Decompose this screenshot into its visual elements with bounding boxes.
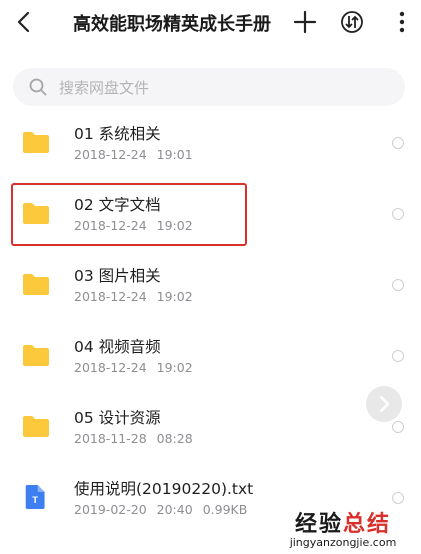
file-name: 03 图片相关 (74, 267, 161, 285)
chevron-right-icon (379, 395, 390, 413)
file-list: 01 系统相关 2018-12-24 19:01 02 文字文档 2018-12-… (0, 108, 421, 534)
list-item[interactable]: 02 文字文档 2018-12-24 19:02 (0, 179, 421, 250)
search-bar[interactable] (13, 68, 405, 108)
file-meta: 2018-11-28 08:28 (74, 431, 193, 446)
select-radio[interactable] (392, 350, 404, 362)
folder-icon (23, 274, 49, 295)
file-size: 0.99KB (202, 502, 248, 517)
more-dots-icon[interactable] (390, 10, 414, 34)
file-time: 19:02 (156, 218, 193, 233)
back-arrow-icon[interactable] (14, 11, 36, 33)
file-time: 19:02 (156, 360, 193, 375)
folder-icon (23, 345, 49, 366)
file-meta: 2019-02-20 20:40 0.99KB (74, 502, 247, 517)
file-date: 2019-02-20 (74, 502, 147, 517)
file-meta: 2018-12-24 19:01 (74, 147, 193, 162)
watermark: 经验总结 jingyanzongjie.com (268, 506, 418, 552)
watermark-title: 经验总结 (268, 506, 418, 538)
file-date: 2018-11-28 (74, 431, 147, 446)
file-meta: 2018-12-24 19:02 (74, 289, 193, 304)
list-item[interactable]: 03 图片相关 2018-12-24 19:02 (0, 250, 421, 321)
select-radio[interactable] (392, 421, 404, 433)
top-bar: 高效能职场精英成长手册 (0, 0, 421, 46)
search-icon (29, 78, 47, 96)
plus-icon[interactable] (293, 10, 317, 34)
watermark-url: jingyanzongjie.com (289, 536, 397, 549)
file-name: 05 设计资源 (74, 409, 161, 427)
select-radio[interactable] (392, 279, 404, 291)
file-name: 02 文字文档 (74, 196, 161, 214)
file-meta: 2018-12-24 19:02 (74, 360, 193, 375)
file-name: 使用说明(20190220).txt (74, 480, 254, 498)
search-input[interactable] (57, 68, 391, 108)
select-radio[interactable] (392, 208, 404, 220)
list-item[interactable]: 05 设计资源 2018-11-28 08:28 (0, 392, 421, 463)
txt-glyph: T (32, 494, 38, 505)
folder-icon (23, 203, 49, 224)
file-time: 08:28 (156, 431, 193, 446)
file-date: 2018-12-24 (74, 289, 147, 304)
select-radio[interactable] (392, 137, 404, 149)
page-title: 高效能职场精英成长手册 (73, 14, 271, 35)
file-time: 20:40 (156, 502, 193, 517)
file-time: 19:01 (156, 147, 193, 162)
file-name: 04 视频音频 (74, 338, 161, 356)
folder-icon (23, 416, 49, 437)
scroll-handle[interactable] (366, 386, 402, 422)
list-item[interactable]: 04 视频音频 2018-12-24 19:02 (0, 321, 421, 392)
file-name: 01 系统相关 (74, 125, 161, 143)
transfer-icon[interactable] (340, 10, 364, 34)
watermark-part-a: 经验 (294, 512, 343, 537)
file-date: 2018-12-24 (74, 147, 147, 162)
file-date: 2018-12-24 (74, 218, 147, 233)
watermark-part-b: 总结 (343, 512, 392, 537)
txt-file-icon: T (25, 485, 45, 509)
folder-icon (23, 132, 49, 153)
select-radio[interactable] (392, 492, 404, 504)
file-meta: 2018-12-24 19:02 (74, 218, 193, 233)
file-date: 2018-12-24 (74, 360, 147, 375)
list-item[interactable]: 01 系统相关 2018-12-24 19:01 (0, 108, 421, 179)
file-time: 19:02 (156, 289, 193, 304)
